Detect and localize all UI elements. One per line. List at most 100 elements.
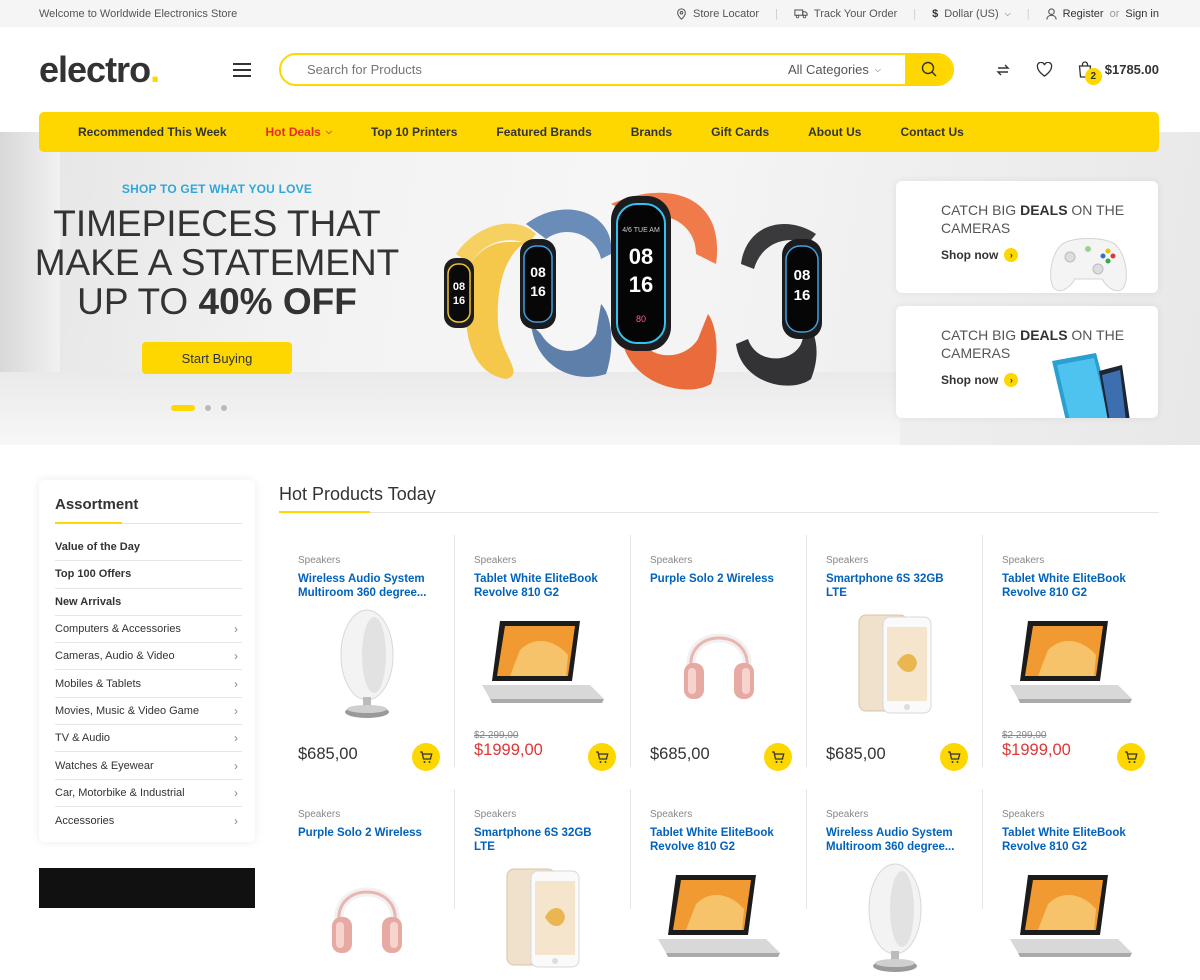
price-box: $2 299,00 $1999,00	[474, 730, 543, 760]
band-time-min: 16	[629, 272, 653, 297]
price-box: $2 299,00 $1999,00	[1002, 730, 1071, 760]
product-image[interactable]	[474, 600, 611, 726]
product-name[interactable]: Purple Solo 2 Wireless	[298, 826, 435, 854]
product-category[interactable]: Speakers	[474, 809, 611, 820]
product-name[interactable]: Smartphone 6S 32GB LTE	[474, 826, 611, 854]
nav-hot-deals[interactable]: Hot Deals ⌵	[266, 125, 332, 139]
category-select[interactable]: All Categories ⌵	[788, 62, 905, 77]
cart-count-badge: 2	[1084, 68, 1102, 85]
nav-contact-us[interactable]: Contact Us	[900, 125, 963, 139]
search-input[interactable]	[281, 55, 788, 84]
product-category[interactable]: Speakers	[474, 555, 611, 566]
sidebar-item[interactable]: Top 100 Offers	[55, 561, 242, 589]
product-name[interactable]: Smartphone 6S 32GB LTE	[826, 572, 963, 600]
register-link[interactable]: Register	[1063, 8, 1104, 20]
add-to-cart-button[interactable]	[588, 743, 616, 771]
product-image[interactable]	[298, 854, 435, 980]
product-name[interactable]: Wireless Audio System Multiroom 360 degr…	[826, 826, 963, 854]
add-to-cart-button[interactable]	[764, 743, 792, 771]
assortment-sidebar: Assortment Value of the Day Top 100 Offe…	[39, 480, 255, 842]
sidebar-item[interactable]: Computers & Accessories ›	[55, 616, 242, 644]
product-image[interactable]	[298, 600, 435, 726]
product-category[interactable]: Speakers	[650, 809, 787, 820]
search-bar: All Categories ⌵	[279, 53, 954, 86]
track-order-link[interactable]: Track Your Order	[794, 8, 897, 20]
dollar-icon: $	[932, 7, 939, 20]
product-category[interactable]: Speakers	[826, 555, 963, 566]
promo-card-phone[interactable]: CATCH BIG DEALS ON THE CAMERAS Shop now ›	[896, 306, 1158, 418]
product-card[interactable]: Speakers Purple Solo 2 Wireless	[279, 789, 455, 953]
wishlist-button[interactable]	[1035, 60, 1055, 80]
product-card[interactable]: Speakers Smartphone 6S 32GB LTE $685,00	[807, 535, 983, 771]
slider-dot[interactable]	[205, 405, 211, 411]
product-category[interactable]: Speakers	[826, 809, 963, 820]
slider-dot[interactable]	[221, 405, 227, 411]
sidebar-item[interactable]: Mobiles & Tablets ›	[55, 670, 242, 698]
store-locator-link[interactable]: Store Locator	[676, 8, 759, 20]
product-category[interactable]: Speakers	[298, 555, 435, 566]
sidebar-item[interactable]: Cameras, Audio & Video ›	[55, 643, 242, 671]
chevron-right-icon: ›	[234, 785, 238, 800]
product-image[interactable]	[1002, 600, 1140, 726]
start-buying-button[interactable]: Start Buying	[142, 342, 292, 374]
hero-title-line1: TIMEPIECES THAT	[53, 203, 381, 244]
product-card[interactable]: Speakers Tablet White EliteBook Revolve 8…	[983, 535, 1159, 771]
product-category[interactable]: Speakers	[650, 555, 787, 566]
add-to-cart-button[interactable]	[940, 743, 968, 771]
nav-featured-brands[interactable]: Featured Brands	[496, 125, 591, 139]
promo-title-pre: CATCH BIG	[941, 327, 1021, 343]
product-name[interactable]: Purple Solo 2 Wireless	[650, 572, 787, 600]
menu-toggle-button[interactable]	[233, 62, 251, 77]
product-category[interactable]: Speakers	[1002, 809, 1140, 820]
product-category[interactable]: Speakers	[1002, 555, 1140, 566]
nav-brands[interactable]: Brands	[631, 125, 672, 139]
fitness-bands-image: 08 16 08 16 4/6 TUE AM 08 16 80 08 16	[444, 192, 822, 390]
product-name[interactable]: Wireless Audio System Multiroom 360 degr…	[298, 572, 435, 600]
compare-button[interactable]	[993, 60, 1013, 80]
sidebar-item[interactable]: Value of the Day	[55, 534, 242, 562]
search-button[interactable]	[905, 55, 952, 84]
product-card[interactable]: Speakers Purple Solo 2 Wireless $685,00	[631, 535, 807, 771]
add-to-cart-button[interactable]	[1117, 743, 1145, 771]
product-image[interactable]	[826, 854, 963, 980]
currency-selector[interactable]: $ Dollar (US) ⌵	[932, 8, 1011, 20]
product-name[interactable]: Tablet White EliteBook Revolve 810 G2	[1002, 826, 1140, 854]
product-card[interactable]: Speakers Tablet White EliteBook Revolve 8…	[983, 789, 1159, 957]
cart-button[interactable]: 2 $1785.00	[1077, 61, 1159, 85]
chevron-down-icon: ⌵	[325, 127, 332, 136]
product-category[interactable]: Speakers	[298, 809, 435, 820]
logo[interactable]: electro.	[39, 49, 233, 91]
add-to-cart-icon	[596, 751, 609, 763]
product-name[interactable]: Tablet White EliteBook Revolve 810 G2	[650, 826, 787, 854]
add-to-cart-button[interactable]	[412, 743, 440, 771]
nav-gift-cards[interactable]: Gift Cards	[711, 125, 769, 139]
nav-about-us[interactable]: About Us	[808, 125, 861, 139]
product-card[interactable]: Speakers Tablet White EliteBook Revolve 8…	[631, 789, 807, 957]
product-name[interactable]: Tablet White EliteBook Revolve 810 G2	[474, 572, 611, 600]
sidebar-item[interactable]: Watches & Eyewear ›	[55, 752, 242, 780]
product-image[interactable]	[826, 600, 963, 726]
product-price: $685,00	[826, 745, 886, 763]
product-card[interactable]: Speakers Wireless Audio System Multiroom …	[279, 535, 455, 771]
nav-top-printers[interactable]: Top 10 Printers	[371, 125, 457, 139]
sidebar-item[interactable]: Movies, Music & Video Game ›	[55, 698, 242, 726]
slider-dot-active[interactable]	[171, 405, 195, 411]
product-name[interactable]: Tablet White EliteBook Revolve 810 G2	[1002, 572, 1140, 600]
product-card[interactable]: Speakers Wireless Audio System Multiroom …	[807, 789, 983, 972]
chevron-right-icon: ›	[1004, 248, 1019, 262]
product-image[interactable]	[650, 854, 787, 980]
sidebar-item[interactable]: New Arrivals	[55, 589, 242, 616]
sidebar-item[interactable]: Car, Motorbike & Industrial ›	[55, 780, 242, 807]
product-image[interactable]	[1002, 854, 1140, 980]
product-card[interactable]: Speakers Smartphone 6S 32GB LTE	[455, 789, 631, 968]
sign-in-link[interactable]: Sign in	[1125, 8, 1159, 20]
product-image[interactable]	[474, 854, 611, 980]
product-image[interactable]	[650, 600, 787, 726]
sidebar-item[interactable]: TV & Audio ›	[55, 725, 242, 753]
account-links: Register or Sign in	[1045, 8, 1159, 20]
promo-card-controller[interactable]: CATCH BIG DEALS ON THE CAMERAS Shop now ›	[896, 181, 1158, 293]
product-price: $1999,00	[474, 741, 543, 759]
product-card[interactable]: Speakers Tablet White EliteBook Revolve 8…	[455, 535, 631, 771]
sidebar-item[interactable]: Accessories ›	[55, 807, 242, 834]
nav-recommended[interactable]: Recommended This Week	[78, 125, 227, 139]
